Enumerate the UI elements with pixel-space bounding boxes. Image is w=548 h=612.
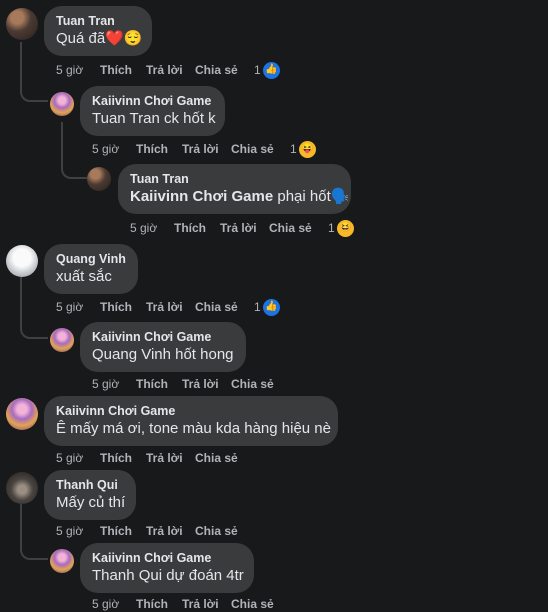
comment-actions: 5 giờ Thích Trả lời Chia sẻ [92, 596, 292, 612]
comment-text: Quá đã❤️😌 [56, 30, 143, 47]
comment-time[interactable]: 5 giờ [56, 450, 83, 466]
comment-text-body: phại hốt🗣️ [273, 188, 350, 205]
reaction-summary[interactable]: 1 👍 [254, 298, 280, 316]
comment-text: Kaiivinn Chơi Game phại hốt🗣️ [130, 187, 349, 207]
avatar[interactable] [87, 167, 111, 191]
thread-connector [20, 536, 48, 560]
like-button[interactable]: Thích [136, 596, 168, 612]
thread-line [20, 277, 22, 317]
like-button[interactable]: Thích [100, 299, 132, 315]
comment-text: xuất sắc [56, 268, 112, 285]
comment-actions: 5 giờ Thích Trả lời Chia sẻ [56, 299, 276, 315]
thread-connector [20, 315, 48, 339]
comment-time[interactable]: 5 giờ [56, 62, 83, 78]
comment-actions: 5 giờ Thích Trả lời Chia sẻ [56, 523, 276, 539]
comment-text: Quang Vinh hốt hong [92, 346, 234, 363]
share-button[interactable]: Chia sẻ [231, 596, 274, 612]
comment-time[interactable]: 5 giờ [130, 220, 157, 236]
share-button[interactable]: Chia sẻ [195, 523, 238, 539]
avatar[interactable] [50, 328, 74, 352]
thread-line [20, 42, 22, 82]
share-button[interactable]: Chia sẻ [195, 299, 238, 315]
comment-time[interactable]: 5 giờ [56, 523, 83, 539]
thread-connector [20, 80, 48, 102]
share-button[interactable]: Chia sẻ [195, 62, 238, 78]
reply-button[interactable]: Trả lời [146, 299, 183, 315]
reply-button[interactable]: Trả lời [146, 450, 183, 466]
comment-time[interactable]: 5 giờ [92, 141, 119, 157]
comment-author[interactable]: Quang Vinh [56, 251, 126, 267]
comment-author[interactable]: Kaiivinn Chơi Game [92, 93, 213, 109]
comment-text: Thanh Qui dự đoán 4tr [92, 567, 244, 584]
comment-actions: 5 giờ Thích Trả lời Chia sẻ [92, 376, 292, 392]
avatar[interactable] [6, 8, 38, 40]
like-button[interactable]: Thích [174, 220, 206, 236]
reaction-count: 1 [254, 63, 261, 77]
avatar[interactable] [50, 92, 74, 116]
comment-time[interactable]: 5 giờ [56, 299, 83, 315]
like-button[interactable]: Thích [136, 376, 168, 392]
comment-author[interactable]: Kaiivinn Chơi Game [92, 329, 234, 345]
reaction-count: 1 [328, 221, 335, 235]
comment-bubble: Tuan Tran Kaiivinn Chơi Game phại hốt🗣️ [118, 164, 351, 214]
like-button[interactable]: Thích [100, 62, 132, 78]
thread-connector [61, 122, 87, 179]
reply-button[interactable]: Trả lời [146, 523, 183, 539]
reply-button[interactable]: Trả lời [182, 141, 219, 157]
reaction-summary[interactable]: 1 😝 [290, 140, 316, 158]
share-button[interactable]: Chia sẻ [231, 376, 274, 392]
reaction-summary[interactable]: 1 😆 [328, 219, 354, 237]
like-button[interactable]: Thích [136, 141, 168, 157]
comment-actions: 5 giờ Thích Trả lời Chia sẻ [130, 220, 330, 236]
like-button[interactable]: Thích [100, 450, 132, 466]
reaction-count: 1 [254, 300, 261, 314]
like-button[interactable]: Thích [100, 523, 132, 539]
comment-time[interactable]: 5 giờ [92, 376, 119, 392]
comment-actions: 5 giờ Thích Trả lời Chia sẻ [56, 62, 276, 78]
reaction-count: 1 [290, 142, 297, 156]
share-button[interactable]: Chia sẻ [231, 141, 274, 157]
comment-author[interactable]: Tuan Tran [56, 13, 140, 29]
comment-author[interactable]: Tuan Tran [130, 171, 339, 187]
comment-author[interactable]: Kaiivinn Chơi Game [92, 550, 242, 566]
comment-actions: 5 giờ Thích Trả lời Chia sẻ [56, 450, 276, 466]
like-reaction-icon: 👍 [262, 298, 280, 316]
comment-bubble: Kaiivinn Chơi Game Quang Vinh hốt hong [80, 322, 246, 372]
laughing-emoji-icon: 😆 [336, 219, 354, 237]
avatar[interactable] [50, 549, 74, 573]
like-reaction-icon: 👍 [262, 61, 280, 79]
thread-line [20, 504, 22, 540]
reply-button[interactable]: Trả lời [182, 376, 219, 392]
comment-bubble: Kaiivinn Chơi Game Tuan Tran ck hốt k [80, 86, 225, 136]
reply-button[interactable]: Trả lời [182, 596, 219, 612]
comment-bubble: Quang Vinh xuất sắc [44, 244, 138, 294]
comment-author[interactable]: Thanh Qui [56, 477, 124, 493]
comment-bubble: Kaiivinn Chơi Game Ê mấy má ơi, tone màu… [44, 396, 338, 446]
comment-author[interactable]: Kaiivinn Chơi Game [56, 403, 326, 419]
avatar[interactable] [6, 398, 38, 430]
reply-button[interactable]: Trả lời [146, 62, 183, 78]
comment-bubble: Thanh Qui Mấy củ thí [44, 470, 136, 520]
comment-text: Tuan Tran ck hốt k [92, 110, 216, 127]
comment-text: Mấy củ thí [56, 494, 126, 511]
avatar[interactable] [6, 472, 38, 504]
avatar[interactable] [6, 245, 38, 277]
comment-time[interactable]: 5 giờ [92, 596, 119, 612]
share-button[interactable]: Chia sẻ [269, 220, 312, 236]
tongue-emoji-icon: 😝 [298, 140, 316, 158]
reply-button[interactable]: Trả lời [220, 220, 257, 236]
comment-bubble: Kaiivinn Chơi Game Thanh Qui dự đoán 4tr [80, 543, 254, 593]
comment-actions: 5 giờ Thích Trả lời Chia sẻ [92, 141, 292, 157]
share-button[interactable]: Chia sẻ [195, 450, 238, 466]
mention-link[interactable]: Kaiivinn Chơi Game [130, 188, 273, 205]
comment-text: Ê mấy má ơi, tone màu kda hàng hiệu nè [56, 420, 331, 437]
comment-bubble: Tuan Tran Quá đã❤️😌 [44, 6, 152, 56]
reaction-summary[interactable]: 1 👍 [254, 61, 280, 79]
